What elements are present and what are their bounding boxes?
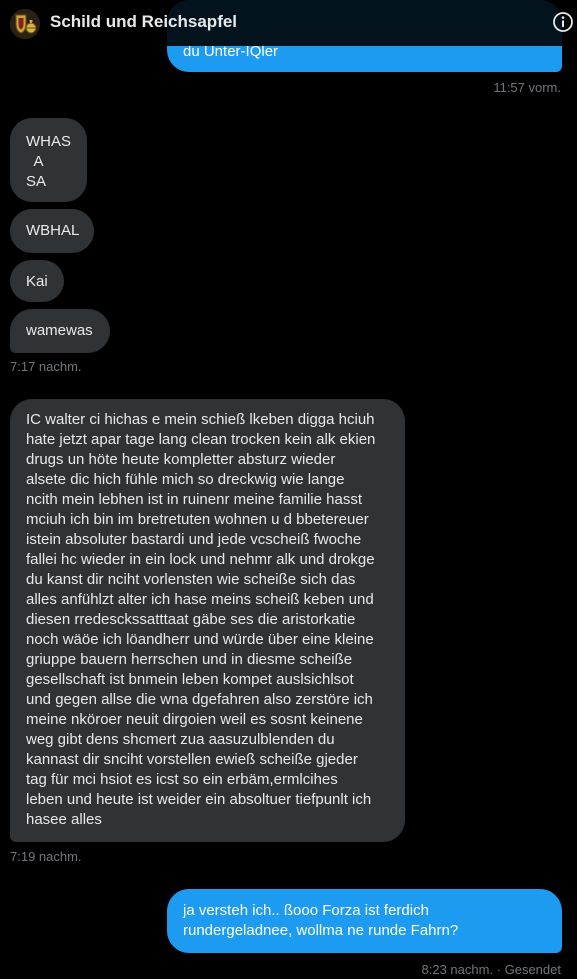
message-text-line: istein absoluter bastardi und jede vcsch… xyxy=(26,531,362,548)
conversation-title[interactable]: Schild und Reichsapfel xyxy=(50,12,237,32)
info-button[interactable] xyxy=(552,11,574,33)
shield-and-orb-avatar-icon xyxy=(10,9,40,39)
message-text-line: noch wäöe ich löandherr und würde über e… xyxy=(26,631,374,648)
message-text-line: SA xyxy=(26,173,47,190)
message-timestamp: 7:19 nachm. xyxy=(10,849,82,864)
message-text-line: ja versteh ich.. ßooo Forza ist ferdich xyxy=(183,902,429,919)
message-timestamp: 11:57 vorm. xyxy=(493,80,561,95)
message-text-line: hate jetzt apar tage lang clean trocken … xyxy=(26,431,376,448)
message-text-line: rundergeladnee, wollma ne runde Fahrn? xyxy=(183,922,459,939)
message-status-timestamp: 8:23 nachm. · Gesendet xyxy=(421,962,561,977)
info-icon xyxy=(553,12,573,32)
message-text-line: ncith mein lebhen ist in ruinenr meine f… xyxy=(26,491,362,508)
message-text-line: mciuh ich bin im bretretuten wohnen u d … xyxy=(26,511,369,528)
received-message-bubble[interactable]: WBHAL xyxy=(10,209,94,253)
received-message-bubble[interactable]: IC walter ci hichas e mein schieß lkeben… xyxy=(10,399,405,842)
message-text-line: drugs un höte heute kompletter absturz w… xyxy=(26,451,336,468)
message-text: wamewas xyxy=(26,322,93,339)
message-text-line: meine nköroer neuit dirgoien weil es sos… xyxy=(26,711,363,728)
received-message-bubble[interactable]: wamewas xyxy=(10,309,110,353)
message-text-line: alles anfühlzt alter ich hase meins sche… xyxy=(26,591,374,608)
message-text-line: kannast dir snciht vorstellen ewieß sche… xyxy=(26,751,358,768)
message-text-line: du kanst dir nciht vorlensten wie scheiß… xyxy=(26,571,356,588)
message-text-line: diesen rredesckssatttaat gäbe ses die ar… xyxy=(26,611,356,628)
message-text-line: fallei hc wieder in ein lock und nehmr a… xyxy=(26,551,375,568)
message-text-line: gesellschaft ist bnmein leben kompet aus… xyxy=(26,671,354,688)
message-text-line: WHAS xyxy=(26,133,71,150)
message-text-line: A xyxy=(26,153,44,170)
received-message-bubble[interactable]: Kai xyxy=(10,260,64,302)
sent-message-bubble[interactable]: ja versteh ich.. ßooo Forza ist ferdich … xyxy=(167,889,562,953)
avatar[interactable] xyxy=(10,9,40,39)
received-message-bubble[interactable]: WHAS A SA xyxy=(10,118,87,202)
message-text: WBHAL xyxy=(26,222,80,239)
message-text-line: alsete dic hich fühle mich so dreckwig w… xyxy=(26,471,345,488)
message-timestamp: 7:17 nachm. xyxy=(10,359,82,374)
conversation-header: Schild und Reichsapfel xyxy=(0,0,577,46)
message-text-line: leben und heute ist weider ein absoltuer… xyxy=(26,791,372,808)
message-text-line: und gegen allse die wna dgefahren also z… xyxy=(26,691,373,708)
message-text: Kai xyxy=(26,273,48,290)
message-text-line: griuppe bauern herrschen und in diesme s… xyxy=(26,651,353,668)
message-text-line: weg gibt dens shcmert zua aasuzulblenden… xyxy=(26,731,335,748)
message-text-line: tag für mci hsiot es icst so ein erbäm,e… xyxy=(26,771,338,788)
message-text-line: hasee alles xyxy=(26,811,102,828)
message-text-line: IC walter ci hichas e mein schieß lkeben… xyxy=(26,411,375,428)
